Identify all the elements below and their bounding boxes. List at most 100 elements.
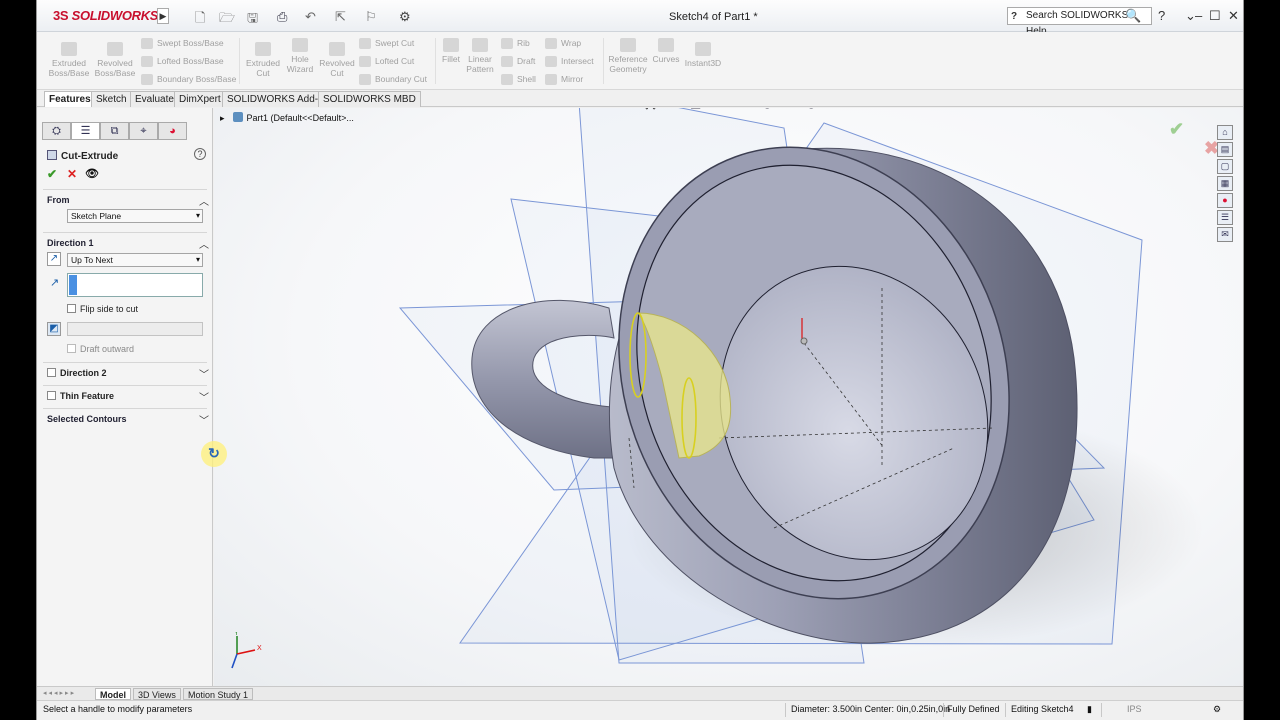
boundary-cut-button[interactable]: Boundary Cut	[359, 74, 427, 86]
draft-icon[interactable]: ◩	[47, 322, 61, 336]
chevron-up-icon[interactable]: ︿	[199, 236, 209, 251]
menu-expand-arrow[interactable]: ▶	[157, 8, 169, 24]
from-select[interactable]: Sketch Plane ▾	[67, 209, 203, 223]
checkbox[interactable]	[67, 304, 76, 313]
wrap-button[interactable]: Wrap	[545, 38, 581, 50]
help-icon[interactable]: ?	[1158, 8, 1165, 23]
flip-side-to-cut-checkbox[interactable]: Flip side to cut	[67, 304, 138, 314]
solidworks-logo[interactable]: 3S SOLIDWORKS	[53, 8, 158, 23]
forum-icon[interactable]: ✉	[1217, 227, 1233, 242]
expand-arrow-icon[interactable]: ▸	[220, 113, 225, 123]
hole-wizard-button[interactable]: Hole Wizard	[283, 38, 317, 74]
tab-solidworks-mbd[interactable]: SOLIDWORKS MBD	[318, 91, 421, 107]
undo-icon[interactable]: ↶	[305, 9, 316, 25]
chevron-down-icon[interactable]: ﹀	[199, 412, 209, 427]
property-manager-tab[interactable]: ☰	[71, 122, 100, 140]
print-icon[interactable]: ⎙	[277, 9, 287, 25]
search-icon[interactable]: 🔍	[1125, 8, 1141, 24]
tab-dimxpert[interactable]: DimXpert	[174, 91, 226, 107]
tab-model[interactable]: Model	[95, 688, 131, 700]
checkbox[interactable]	[47, 368, 56, 377]
feature-manager-tab[interactable]: ⛭	[42, 122, 71, 140]
direction-reference-selection-box[interactable]	[67, 273, 203, 297]
draft-outward-checkbox[interactable]: Draft outward	[67, 344, 134, 354]
chevron-up-icon[interactable]: ︿	[199, 193, 209, 208]
units-selector[interactable]: IPS	[1127, 704, 1142, 714]
help-icon[interactable]: ?	[194, 148, 206, 160]
from-section-header[interactable]: From	[47, 195, 70, 205]
linear-pattern-button[interactable]: Linear Pattern	[465, 38, 495, 74]
save-icon[interactable]: 🖫	[247, 9, 258, 31]
reference-geometry-button[interactable]: Reference Geometry	[607, 38, 649, 74]
chevron-down-icon[interactable]: ﹀	[199, 389, 209, 404]
revolved-boss-button[interactable]: Revolved Boss/Base	[93, 42, 137, 78]
dimxpert-manager-tab[interactable]: ⌖	[129, 122, 158, 140]
draft-button[interactable]: Draft	[501, 56, 535, 68]
apply-scene-icon[interactable]: ◍	[806, 108, 816, 110]
view-palette-icon[interactable]: ▦	[1217, 176, 1233, 191]
view-orientation-icon[interactable]: ⧈	[712, 108, 720, 111]
configuration-manager-tab[interactable]: ⧉	[100, 122, 129, 140]
thin-feature-section-header[interactable]: Thin Feature	[47, 391, 114, 401]
reverse-direction-icon[interactable]: ↗	[47, 252, 61, 266]
options-gear-icon[interactable]: ⚙	[399, 9, 411, 25]
home-icon[interactable]: ⌂	[1217, 125, 1233, 140]
customize-status-icon[interactable]: ⚙	[1213, 704, 1221, 715]
lofted-cut-button[interactable]: Lofted Cut	[359, 56, 414, 68]
zoom-to-fit-icon[interactable]: 🔍	[634, 108, 649, 110]
lofted-boss-button[interactable]: Lofted Boss/Base	[141, 56, 224, 68]
tab-evaluate[interactable]: Evaluate	[130, 91, 179, 107]
close-icon[interactable]: ✕	[1228, 8, 1239, 24]
boundary-boss-button[interactable]: Boundary Boss/Base	[141, 74, 236, 86]
graphics-area[interactable]: ▸ Part1 (Default<<Default>... 🔍 🔎 ↶ ◧ ⧈ ◼…	[214, 108, 1243, 686]
new-document-icon[interactable]: 🗋	[195, 9, 205, 31]
tab-navigation-arrows-icon[interactable]: ◂◂◂▸▸▸	[43, 689, 76, 697]
swept-cut-button[interactable]: Swept Cut	[359, 38, 414, 50]
draft-angle-spinbox[interactable]	[67, 322, 203, 336]
extruded-cut-button[interactable]: Extruded Cut	[243, 42, 283, 78]
view-settings-icon[interactable]: ▭	[832, 108, 843, 110]
tab-3d-views[interactable]: 3D Views	[133, 688, 181, 700]
open-icon[interactable]: 🗁	[219, 9, 235, 31]
ok-check-icon[interactable]: ✔	[47, 167, 57, 181]
rebuild-status-icon[interactable]: ▮	[1087, 704, 1092, 715]
section-view-icon[interactable]: ◧	[690, 108, 701, 110]
rib-button[interactable]: Rib	[501, 38, 530, 50]
cancel-x-icon[interactable]: ✕	[67, 167, 77, 181]
tab-sketch[interactable]: Sketch	[91, 91, 132, 107]
tab-motion-study-1[interactable]: Motion Study 1	[183, 688, 254, 700]
maximize-icon[interactable]: ☐	[1209, 8, 1221, 24]
intersect-button[interactable]: Intersect	[545, 56, 594, 68]
rebuild-icon[interactable]: ⚐	[365, 9, 377, 25]
chevron-down-icon[interactable]: ﹀	[199, 366, 209, 381]
direction1-section-header[interactable]: Direction 1	[47, 238, 94, 248]
select-icon[interactable]: ⇱	[335, 9, 346, 25]
fillet-button[interactable]: Fillet	[439, 38, 463, 64]
selected-contours-section-header[interactable]: Selected Contours	[47, 414, 127, 424]
tab-features[interactable]: Features	[44, 91, 96, 107]
display-style-icon[interactable]: ◼	[736, 108, 746, 110]
previous-view-icon[interactable]: ↶	[670, 108, 680, 110]
feature-tree-flyout[interactable]: ▸ Part1 (Default<<Default>...	[220, 112, 354, 124]
custom-properties-icon[interactable]: ☰	[1217, 210, 1233, 225]
extruded-boss-button[interactable]: Extruded Boss/Base	[45, 42, 93, 78]
mirror-button[interactable]: Mirror	[545, 74, 583, 86]
checkbox[interactable]	[67, 344, 76, 353]
design-library-icon[interactable]: ▤	[1217, 142, 1233, 157]
direction2-section-header[interactable]: Direction 2	[47, 368, 107, 378]
edit-appearance-icon[interactable]: ◌	[784, 108, 791, 110]
swept-boss-button[interactable]: Swept Boss/Base	[141, 38, 224, 50]
display-manager-tab[interactable]: ◕	[158, 122, 187, 140]
file-explorer-icon[interactable]: ▢	[1217, 159, 1233, 174]
zoom-to-area-icon[interactable]: 🔎	[652, 108, 667, 110]
preview-eye-icon[interactable]: 👁	[85, 167, 99, 180]
shell-button[interactable]: Shell	[501, 74, 536, 86]
appearances-icon[interactable]: ●	[1217, 193, 1233, 208]
hide-show-items-icon[interactable]: ◉	[762, 108, 772, 110]
revolved-cut-button[interactable]: Revolved Cut	[317, 42, 357, 78]
instant3d-button[interactable]: Instant3D	[683, 42, 723, 68]
end-condition-select[interactable]: Up To Next ▾	[67, 253, 203, 267]
confirmation-ok-icon[interactable]: ✔	[1169, 119, 1184, 140]
checkbox[interactable]	[47, 391, 56, 400]
curves-button[interactable]: Curves	[649, 38, 683, 64]
